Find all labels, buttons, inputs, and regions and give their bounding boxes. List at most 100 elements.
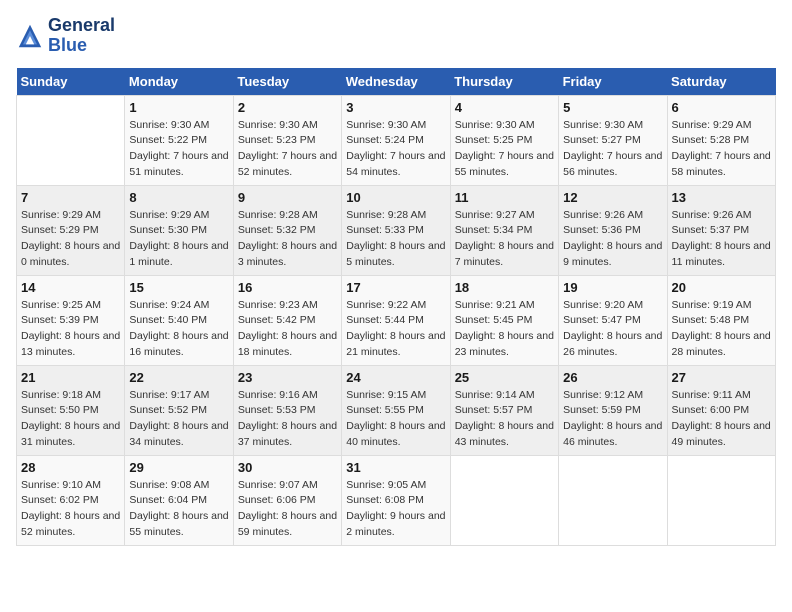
day-info: Sunrise: 9:30 AMSunset: 5:22 PMDaylight:… [129,118,228,181]
weekday-header: Wednesday [342,68,450,96]
day-number: 19 [563,280,662,295]
calendar-cell: 9 Sunrise: 9:28 AMSunset: 5:32 PMDaylight… [233,185,341,275]
day-info: Sunrise: 9:16 AMSunset: 5:53 PMDaylight:… [238,388,337,451]
logo: General Blue [16,16,115,56]
day-info: Sunrise: 9:26 AMSunset: 5:37 PMDaylight:… [672,208,771,271]
day-info: Sunrise: 9:28 AMSunset: 5:33 PMDaylight:… [346,208,445,271]
weekday-header: Sunday [17,68,125,96]
calendar-cell: 23 Sunrise: 9:16 AMSunset: 5:53 PMDayligh… [233,365,341,455]
weekday-row: SundayMondayTuesdayWednesdayThursdayFrid… [17,68,776,96]
day-number: 6 [672,100,771,115]
header: General Blue [16,16,776,56]
day-info: Sunrise: 9:10 AMSunset: 6:02 PMDaylight:… [21,478,120,541]
logo-icon [16,22,44,50]
day-info: Sunrise: 9:14 AMSunset: 5:57 PMDaylight:… [455,388,554,451]
day-info: Sunrise: 9:11 AMSunset: 6:00 PMDaylight:… [672,388,771,451]
day-number: 11 [455,190,554,205]
day-info: Sunrise: 9:28 AMSunset: 5:32 PMDaylight:… [238,208,337,271]
day-number: 29 [129,460,228,475]
calendar-week-row: 7 Sunrise: 9:29 AMSunset: 5:29 PMDaylight… [17,185,776,275]
day-number: 12 [563,190,662,205]
calendar-cell: 19Sunrise: 9:20 AMSunset: 5:47 PMDayligh… [559,275,667,365]
day-number: 9 [238,190,337,205]
day-info: Sunrise: 9:26 AMSunset: 5:36 PMDaylight:… [563,208,662,271]
day-number: 1 [129,100,228,115]
calendar-cell: 13 Sunrise: 9:26 AMSunset: 5:37 PMDayligh… [667,185,775,275]
day-number: 20 [672,280,771,295]
calendar-cell: 15 Sunrise: 9:24 AMSunset: 5:40 PMDayligh… [125,275,233,365]
calendar-cell: 5 Sunrise: 9:30 AMSunset: 5:27 PMDaylight… [559,95,667,185]
calendar-week-row: 1 Sunrise: 9:30 AMSunset: 5:22 PMDaylight… [17,95,776,185]
calendar-cell: 26 Sunrise: 9:12 AMSunset: 5:59 PMDayligh… [559,365,667,455]
day-number: 25 [455,370,554,385]
day-info: Sunrise: 9:08 AMSunset: 6:04 PMDaylight:… [129,478,228,541]
calendar-cell: 18 Sunrise: 9:21 AMSunset: 5:45 PMDayligh… [450,275,558,365]
weekday-header: Thursday [450,68,558,96]
day-number: 17 [346,280,445,295]
day-info: Sunrise: 9:24 AMSunset: 5:40 PMDaylight:… [129,298,228,361]
day-info: Sunrise: 9:27 AMSunset: 5:34 PMDaylight:… [455,208,554,271]
calendar-week-row: 21Sunrise: 9:18 AMSunset: 5:50 PMDayligh… [17,365,776,455]
calendar-cell: 20 Sunrise: 9:19 AMSunset: 5:48 PMDayligh… [667,275,775,365]
day-number: 5 [563,100,662,115]
calendar-cell: 7 Sunrise: 9:29 AMSunset: 5:29 PMDaylight… [17,185,125,275]
day-number: 16 [238,280,337,295]
day-number: 26 [563,370,662,385]
day-number: 13 [672,190,771,205]
calendar-cell: 4Sunrise: 9:30 AMSunset: 5:25 PMDaylight… [450,95,558,185]
calendar-cell [450,455,558,545]
calendar-cell: 12 Sunrise: 9:26 AMSunset: 5:36 PMDayligh… [559,185,667,275]
calendar-week-row: 14Sunrise: 9:25 AMSunset: 5:39 PMDayligh… [17,275,776,365]
calendar-cell [17,95,125,185]
day-info: Sunrise: 9:23 AMSunset: 5:42 PMDaylight:… [238,298,337,361]
day-number: 2 [238,100,337,115]
calendar-cell: 22 Sunrise: 9:17 AMSunset: 5:52 PMDayligh… [125,365,233,455]
day-info: Sunrise: 9:12 AMSunset: 5:59 PMDaylight:… [563,388,662,451]
calendar-cell: 29 Sunrise: 9:08 AMSunset: 6:04 PMDayligh… [125,455,233,545]
day-number: 22 [129,370,228,385]
calendar-cell: 17 Sunrise: 9:22 AMSunset: 5:44 PMDayligh… [342,275,450,365]
day-info: Sunrise: 9:29 AMSunset: 5:28 PMDaylight:… [672,118,771,181]
day-number: 7 [21,190,120,205]
calendar-cell: 31 Sunrise: 9:05 AMSunset: 6:08 PMDayligh… [342,455,450,545]
calendar-cell: 30Sunrise: 9:07 AMSunset: 6:06 PMDayligh… [233,455,341,545]
day-number: 21 [21,370,120,385]
day-number: 23 [238,370,337,385]
weekday-header: Friday [559,68,667,96]
calendar-cell: 24 Sunrise: 9:15 AMSunset: 5:55 PMDayligh… [342,365,450,455]
calendar-cell [667,455,775,545]
day-info: Sunrise: 9:17 AMSunset: 5:52 PMDaylight:… [129,388,228,451]
calendar-cell: 27Sunrise: 9:11 AMSunset: 6:00 PMDayligh… [667,365,775,455]
day-number: 10 [346,190,445,205]
day-info: Sunrise: 9:05 AMSunset: 6:08 PMDaylight:… [346,478,445,541]
day-info: Sunrise: 9:15 AMSunset: 5:55 PMDaylight:… [346,388,445,451]
day-number: 14 [21,280,120,295]
weekday-header: Saturday [667,68,775,96]
day-number: 15 [129,280,228,295]
calendar-cell: 2Sunrise: 9:30 AMSunset: 5:23 PMDaylight… [233,95,341,185]
calendar-cell: 1 Sunrise: 9:30 AMSunset: 5:22 PMDaylight… [125,95,233,185]
day-info: Sunrise: 9:30 AMSunset: 5:27 PMDaylight:… [563,118,662,181]
calendar-cell: 21Sunrise: 9:18 AMSunset: 5:50 PMDayligh… [17,365,125,455]
day-number: 4 [455,100,554,115]
calendar-cell: 10 Sunrise: 9:28 AMSunset: 5:33 PMDayligh… [342,185,450,275]
calendar-cell: 11 Sunrise: 9:27 AMSunset: 5:34 PMDayligh… [450,185,558,275]
day-number: 28 [21,460,120,475]
day-number: 18 [455,280,554,295]
calendar-cell: 3 Sunrise: 9:30 AMSunset: 5:24 PMDaylight… [342,95,450,185]
day-number: 24 [346,370,445,385]
day-number: 30 [238,460,337,475]
weekday-header: Monday [125,68,233,96]
day-number: 8 [129,190,228,205]
calendar-cell: 14Sunrise: 9:25 AMSunset: 5:39 PMDayligh… [17,275,125,365]
calendar-cell: 25 Sunrise: 9:14 AMSunset: 5:57 PMDayligh… [450,365,558,455]
day-info: Sunrise: 9:29 AMSunset: 5:29 PMDaylight:… [21,208,120,271]
day-number: 3 [346,100,445,115]
day-info: Sunrise: 9:21 AMSunset: 5:45 PMDaylight:… [455,298,554,361]
day-info: Sunrise: 9:22 AMSunset: 5:44 PMDaylight:… [346,298,445,361]
weekday-header: Tuesday [233,68,341,96]
day-info: Sunrise: 9:30 AMSunset: 5:24 PMDaylight:… [346,118,445,181]
day-number: 31 [346,460,445,475]
calendar-cell [559,455,667,545]
day-info: Sunrise: 9:19 AMSunset: 5:48 PMDaylight:… [672,298,771,361]
